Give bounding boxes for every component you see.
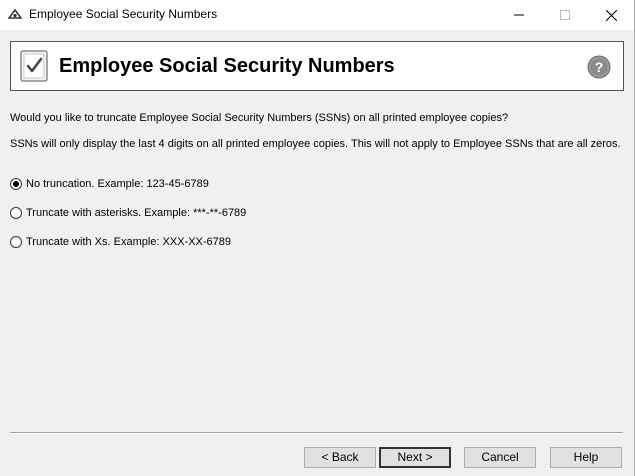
- app-icon: [8, 8, 22, 19]
- radio-asterisks[interactable]: [10, 207, 22, 219]
- page-title: Employee Social Security Numbers: [59, 55, 395, 77]
- title-bar[interactable]: Employee Social Security Numbers: [0, 0, 634, 30]
- close-icon: [605, 9, 617, 21]
- option-label[interactable]: Truncate with Xs. Example: XXX-XX-6789: [26, 236, 231, 248]
- radio-xs[interactable]: [10, 236, 22, 248]
- minimize-button[interactable]: [496, 0, 542, 30]
- dialog-window: Employee Social Security Numbers Employe…: [0, 0, 635, 476]
- window-title: Employee Social Security Numbers: [29, 7, 218, 21]
- back-button[interactable]: < Back: [304, 447, 376, 468]
- close-button[interactable]: [588, 0, 634, 30]
- maximize-button[interactable]: [542, 0, 588, 30]
- truncate-note: SSNs will only display the last 4 digits…: [10, 138, 621, 150]
- option-no-truncation[interactable]: No truncation. Example: 123-45-6789: [10, 176, 209, 192]
- question-mark-icon[interactable]: ?: [587, 55, 611, 79]
- truncate-question: Would you like to truncate Employee Soci…: [10, 112, 509, 124]
- next-button[interactable]: Next >: [379, 447, 451, 468]
- help-button[interactable]: Help: [550, 447, 622, 468]
- option-xs[interactable]: Truncate with Xs. Example: XXX-XX-6789: [10, 234, 231, 250]
- option-label[interactable]: Truncate with asterisks. Example: ***-**…: [26, 207, 246, 219]
- maximize-icon: [560, 10, 570, 20]
- footer-divider: [10, 432, 623, 434]
- checklist-document-icon: [20, 50, 48, 82]
- radio-no-truncation[interactable]: [10, 178, 22, 190]
- cancel-button[interactable]: Cancel: [464, 447, 536, 468]
- header-banner: Employee Social Security Numbers ?: [10, 41, 624, 91]
- option-asterisks[interactable]: Truncate with asterisks. Example: ***-**…: [10, 205, 246, 221]
- option-label[interactable]: No truncation. Example: 123-45-6789: [26, 178, 209, 190]
- minimize-icon: [514, 14, 524, 16]
- svg-text:?: ?: [595, 59, 604, 75]
